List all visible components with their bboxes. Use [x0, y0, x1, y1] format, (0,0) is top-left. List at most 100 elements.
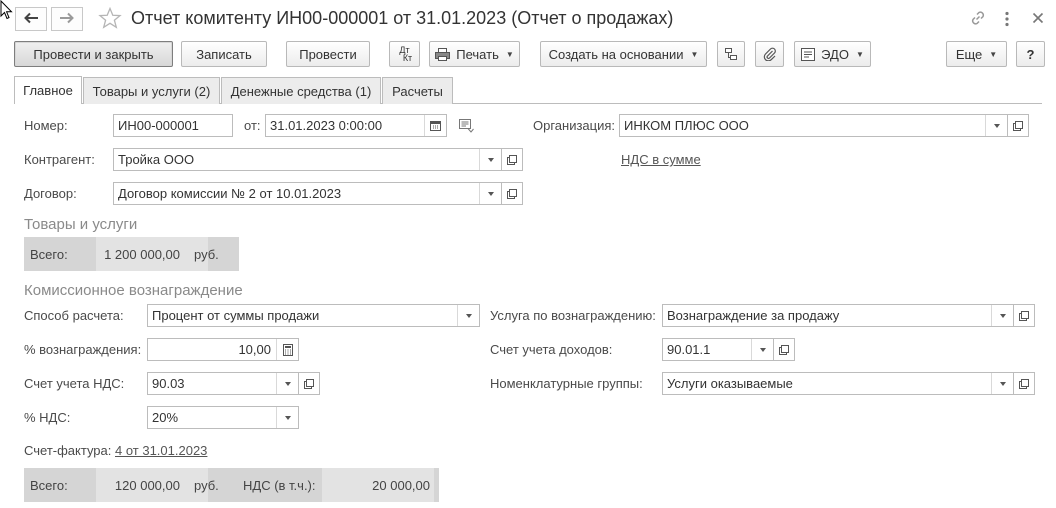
- tab-settlements[interactable]: Расчеты: [382, 77, 453, 104]
- date-field[interactable]: 31.01.2023 0:00:00: [265, 114, 447, 137]
- calendar-icon[interactable]: [424, 115, 446, 136]
- save-label: Записать: [196, 46, 252, 62]
- income-account-field[interactable]: 90.01.1: [662, 338, 774, 361]
- percent-value: 10,00: [238, 342, 271, 357]
- tab-cash-label: Денежные средства (1): [230, 83, 372, 99]
- post-button[interactable]: Провести: [286, 41, 370, 67]
- forward-arrow-icon: [59, 12, 75, 27]
- service-field[interactable]: Вознаграждение за продажу: [662, 304, 1014, 327]
- attach-button[interactable]: [755, 41, 784, 67]
- tab-main-label: Главное: [23, 83, 73, 98]
- paperclip-icon: [763, 47, 777, 61]
- window-title: Отчет комитенту ИН00-000001 от 31.01.202…: [131, 8, 674, 28]
- tab-goods-services[interactable]: Товары и услуги (2): [83, 77, 220, 104]
- back-button[interactable]: [15, 7, 47, 31]
- percent-field[interactable]: 10,00: [147, 338, 299, 361]
- chevron-down-icon[interactable]: [991, 373, 1013, 394]
- chevron-down-icon: ▼: [989, 49, 998, 59]
- goods-total-value: 1 200 000,00: [104, 247, 180, 262]
- structure-button[interactable]: [717, 41, 745, 67]
- open-window-icon: [507, 188, 517, 199]
- service-value: Вознаграждение за продажу: [667, 308, 840, 323]
- vat-account-field[interactable]: 90.03: [147, 372, 299, 395]
- calculator-icon[interactable]: [276, 339, 298, 360]
- vat-rate-value: 20%: [152, 410, 179, 425]
- print-button[interactable]: Печать ▼: [429, 41, 520, 67]
- calc-method-value: Процент от суммы продажи: [152, 308, 320, 323]
- comment-icon[interactable]: [459, 119, 475, 136]
- cursor-icon: [0, 0, 14, 23]
- chevron-down-icon[interactable]: [479, 149, 501, 170]
- link-icon[interactable]: [969, 9, 987, 30]
- vat-account-open-button[interactable]: [298, 372, 320, 395]
- counterparty-label: Контрагент:: [24, 152, 95, 167]
- goods-section-title: Товары и услуги: [24, 216, 138, 233]
- service-open-button[interactable]: [1013, 304, 1035, 327]
- tab-goods-services-label: Товары и услуги (2): [92, 83, 211, 99]
- contract-open-button[interactable]: [501, 182, 523, 205]
- chevron-down-icon[interactable]: [276, 407, 298, 428]
- tab-cash[interactable]: Денежные средства (1): [221, 77, 381, 104]
- commission-total-label: Всего:: [30, 478, 68, 493]
- structure-icon: [724, 47, 738, 61]
- printer-icon: [435, 47, 451, 61]
- open-window-icon: [304, 378, 314, 389]
- chevron-down-icon: ▼: [690, 49, 699, 59]
- more-actions-label: Еще: [955, 46, 983, 62]
- calc-method-field[interactable]: Процент от суммы продажи: [147, 304, 480, 327]
- post-label: Провести: [299, 46, 357, 62]
- counterparty-field[interactable]: Тройка ООО: [113, 148, 502, 171]
- tab-main[interactable]: Главное: [14, 76, 82, 104]
- edo-label: ЭДО: [821, 46, 849, 62]
- vat-in-amount-link[interactable]: НДС в сумме: [621, 152, 701, 167]
- edo-button[interactable]: ЭДО ▼: [794, 41, 871, 67]
- vat-rate-field[interactable]: 20%: [147, 406, 299, 429]
- contract-field[interactable]: Договор комиссии № 2 от 10.01.2023: [113, 182, 502, 205]
- open-window-icon: [1019, 310, 1029, 321]
- chevron-down-icon[interactable]: [457, 305, 479, 326]
- number-field[interactable]: ИН00-000001: [113, 114, 233, 137]
- income-account-label: Счет учета доходов:: [490, 342, 613, 357]
- vat-incl-label: НДС (в т.ч.):: [243, 478, 316, 493]
- service-label: Услуга по вознаграждению:: [490, 308, 656, 323]
- income-account-open-button[interactable]: [773, 338, 795, 361]
- chevron-down-icon[interactable]: [276, 373, 298, 394]
- more-actions-button[interactable]: Еще ▼: [946, 41, 1007, 67]
- forward-button[interactable]: [51, 7, 83, 31]
- tab-settlements-label: Расчеты: [392, 83, 443, 99]
- edo-icon: [801, 47, 816, 61]
- star-icon[interactable]: [98, 6, 122, 32]
- back-arrow-icon: [23, 12, 39, 27]
- dt-kt-icon: Дт Кт: [397, 46, 412, 63]
- chevron-down-icon[interactable]: [751, 339, 773, 360]
- vat-account-label: Счет учета НДС:: [24, 376, 125, 391]
- close-icon[interactable]: [1032, 12, 1044, 27]
- invoice-link[interactable]: 4 от 31.01.2023: [115, 443, 207, 458]
- help-label: ?: [1026, 46, 1035, 62]
- nom-groups-label: Номенклатурные группы:: [490, 376, 643, 391]
- organization-open-button[interactable]: [1007, 114, 1029, 137]
- vat-account-value: 90.03: [152, 376, 185, 391]
- nom-groups-open-button[interactable]: [1013, 372, 1035, 395]
- income-account-value: 90.01.1: [667, 342, 711, 357]
- open-window-icon: [507, 154, 517, 165]
- counterparty-open-button[interactable]: [501, 148, 523, 171]
- help-button[interactable]: ?: [1016, 41, 1045, 67]
- save-button[interactable]: Записать: [181, 41, 267, 67]
- open-window-icon: [779, 344, 789, 355]
- commission-total-currency: руб.: [194, 478, 219, 493]
- dt-kt-button[interactable]: Дт Кт: [389, 41, 420, 67]
- post-and-close-button[interactable]: Провести и закрыть: [14, 41, 173, 67]
- chevron-down-icon[interactable]: [985, 115, 1007, 136]
- chevron-down-icon[interactable]: [479, 183, 501, 204]
- organization-field[interactable]: ИНКОМ ПЛЮС ООО: [619, 114, 1008, 137]
- more-icon[interactable]: [1004, 11, 1010, 30]
- nom-groups-field[interactable]: Услуги оказываемые: [662, 372, 1014, 395]
- open-window-icon: [1013, 120, 1023, 131]
- invoice-label: Счет-фактура:: [24, 443, 112, 458]
- chevron-down-icon[interactable]: [991, 305, 1013, 326]
- contract-value: Договор комиссии № 2 от 10.01.2023: [118, 186, 342, 201]
- chevron-down-icon: ▼: [855, 49, 864, 59]
- vat-rate-label: % НДС:: [24, 410, 71, 425]
- create-based-on-button[interactable]: Создать на основании ▼: [540, 41, 707, 67]
